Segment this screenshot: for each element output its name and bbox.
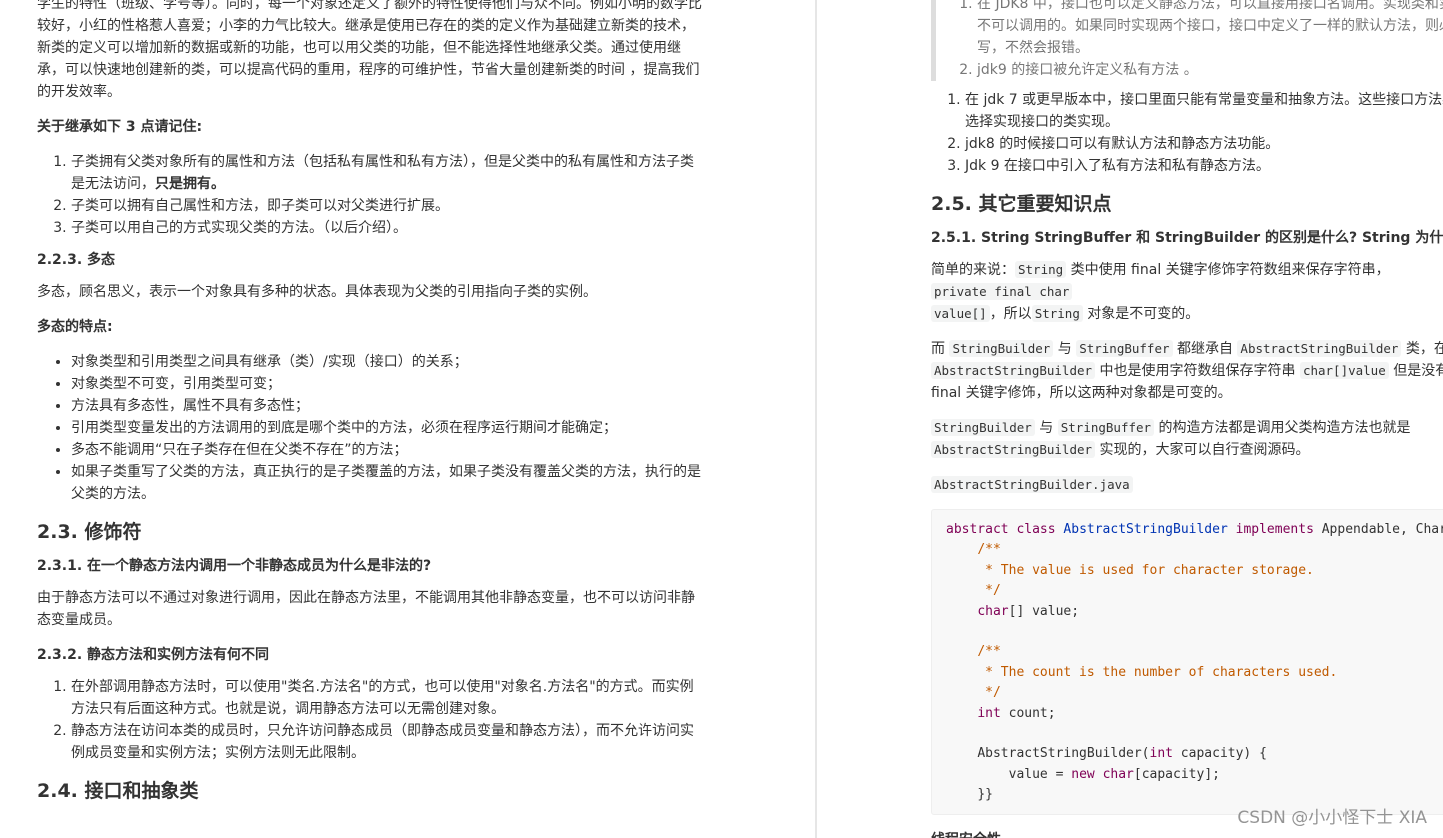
- inheritance-rules-list: 子类拥有父类对象所有的属性和方法（包括私有属性和私有方法），但是父类中的私有属性…: [37, 151, 702, 239]
- heading-string-difference: 2.5.1. String StringBuffer 和 StringBuild…: [931, 230, 1443, 246]
- csdn-watermark: CSDN @小小怪下士 XIA: [1237, 808, 1427, 828]
- list-item: 子类可以用自己的方式实现父类的方法。（以后介绍）。: [71, 217, 702, 239]
- heading-modifiers: 2.3. 修饰符: [37, 521, 142, 543]
- list-item: jdk8 的时候接口可以有默认方法和静态方法功能。: [965, 133, 1443, 155]
- polymorphism-features-list: 对象类型和引用类型之间具有继承（类）/实现（接口）的关系； 对象类型不可变，引用…: [37, 351, 702, 505]
- heading-thread-safety: 线程安全性: [931, 829, 1443, 838]
- inline-code: AbstractStringBuilder: [1237, 340, 1402, 357]
- inline-code: StringBuilder: [931, 419, 1035, 436]
- list-item: 子类可以拥有自己属性和方法，即子类可以对父类进行扩展。: [71, 195, 702, 217]
- static-call-paragraph: 由于静态方法可以不通过对象进行调用，因此在静态方法里，不能调用其他非静态变量，也…: [37, 590, 695, 628]
- jdk-versions-list: 在 jdk 7 或更早版本中，接口里面只能有常量变量和抽象方法。这些接口方法必须…: [931, 89, 1443, 177]
- list-item: 在 jdk 7 或更早版本中，接口里面只能有常量变量和抽象方法。这些接口方法必须…: [965, 89, 1443, 133]
- list-item: 引用类型变量发出的方法调用的到底是哪个类中的方法，必须在程序运行期间才能确定；: [71, 417, 702, 439]
- heading-other-topics: 2.5. 其它重要知识点: [931, 193, 1112, 215]
- right-page-content: 在 JDK8 中，接口也可以定义静态方法，可以直接用接口名调用。实现类和实现是不…: [931, 0, 1443, 838]
- heading-polymorphism: 2.2.3. 多态: [37, 252, 116, 268]
- string-immutable-paragraph: 简单的来说： String 类中使用 final 关键字修饰字符数组来保存字符串，…: [931, 261, 1390, 322]
- left-document-page: 学生的特性（班级、学号等）。同时，每一个对象还定义了额外的特性使得他们与众不同。…: [0, 0, 815, 838]
- polymorphism-paragraph: 多态，顾名思义，表示一个对象具有多种的状态。具体表现为父类的引用指向子类的实例。: [37, 284, 597, 300]
- list-item: 子类拥有父类对象所有的属性和方法（包括私有属性和私有方法），但是父类中的私有属性…: [71, 151, 702, 195]
- list-item: 在 JDK8 中，接口也可以定义静态方法，可以直接用接口名调用。实现类和实现是不…: [977, 0, 1443, 59]
- list-item: 如果子类重写了父类的方法，真正执行的是子类覆盖的方法，如果子类没有覆盖父类的方法…: [71, 461, 702, 505]
- list-item: Jdk 9 在接口中引入了私有方法和私有静态方法。: [965, 155, 1443, 177]
- constructor-paragraph: StringBuilder 与 StringBuffer 的构造方法都是调用父类…: [931, 417, 1443, 461]
- file-label-paragraph: AbstractStringBuilder.java: [931, 474, 1443, 496]
- list-item: 对象类型不可变，引用类型可变；: [71, 373, 702, 395]
- inheritance-rules-title: 关于继承如下 3 点请记住:: [37, 119, 203, 135]
- code-content: abstract class AbstractStringBuilder imp…: [946, 522, 1443, 803]
- inline-code: value[]: [931, 305, 990, 322]
- inline-code: StringBuffer: [1057, 419, 1155, 436]
- polymorphism-features-title: 多态的特点:: [37, 319, 113, 335]
- static-vs-instance-list: 在外部调用静态方法时，可以使用"类名.方法名"的方式，也可以使用"对象名.方法名…: [37, 676, 702, 764]
- jdk-notes-blockquote: 在 JDK8 中，接口也可以定义静态方法，可以直接用接口名调用。实现类和实现是不…: [931, 0, 1443, 81]
- list-item: 多态不能调用“只在子类存在但在父类不存在”的方法；: [71, 439, 702, 461]
- heading-interface-abstract: 2.4. 接口和抽象类: [37, 780, 199, 802]
- heading-static-call: 2.3.1. 在一个静态方法内调用一个非静态成员为什么是非法的?: [37, 558, 432, 574]
- inline-code: AbstractStringBuilder: [931, 362, 1096, 379]
- builder-buffer-paragraph: 而 StringBuilder 与 StringBuffer 都继承自 Abst…: [931, 340, 1443, 401]
- list-item: 对象类型和引用类型之间具有继承（类）/实现（接口）的关系；: [71, 351, 702, 373]
- list-item: 在外部调用静态方法时，可以使用"类名.方法名"的方式，也可以使用"对象名.方法名…: [71, 676, 702, 720]
- list-item: 静态方法在访问本类的成员时，只允许访问静态成员（即静态成员变量和静态方法），而不…: [71, 720, 702, 764]
- inline-code: String: [1015, 261, 1067, 278]
- left-page-content: 学生的特性（班级、学号等）。同时，每一个对象还定义了额外的特性使得他们与众不同。…: [37, 0, 702, 814]
- list-item: 方法具有多态性，属性不具有多态性；: [71, 395, 702, 417]
- jdk-notes-list: 在 JDK8 中，接口也可以定义静态方法，可以直接用接口名调用。实现类和实现是不…: [943, 0, 1443, 81]
- heading-static-vs-instance: 2.3.2. 静态方法和实例方法有何不同: [37, 647, 270, 663]
- emphasis-text: 只是拥有。: [155, 176, 225, 192]
- list-item: jdk9 的接口被允许定义私有方法 。: [977, 59, 1443, 81]
- code-block[interactable]: abstract class AbstractStringBuilder imp…: [931, 509, 1443, 815]
- inline-code: AbstractStringBuilder: [931, 441, 1096, 458]
- file-name-code: AbstractStringBuilder.java: [931, 476, 1133, 493]
- inline-code: StringBuffer: [1076, 340, 1173, 357]
- inline-code: String: [1031, 305, 1083, 322]
- inheritance-intro-paragraph: 学生的特性（班级、学号等）。同时，每一个对象还定义了额外的特性使得他们与众不同。…: [37, 0, 702, 100]
- right-document-page: 在 JDK8 中，接口也可以定义静态方法，可以直接用接口名调用。实现类和实现是不…: [817, 0, 1443, 838]
- inline-code: StringBuilder: [949, 340, 1054, 357]
- inline-code: private final char: [931, 283, 1073, 300]
- inline-code: char[]value: [1299, 362, 1389, 379]
